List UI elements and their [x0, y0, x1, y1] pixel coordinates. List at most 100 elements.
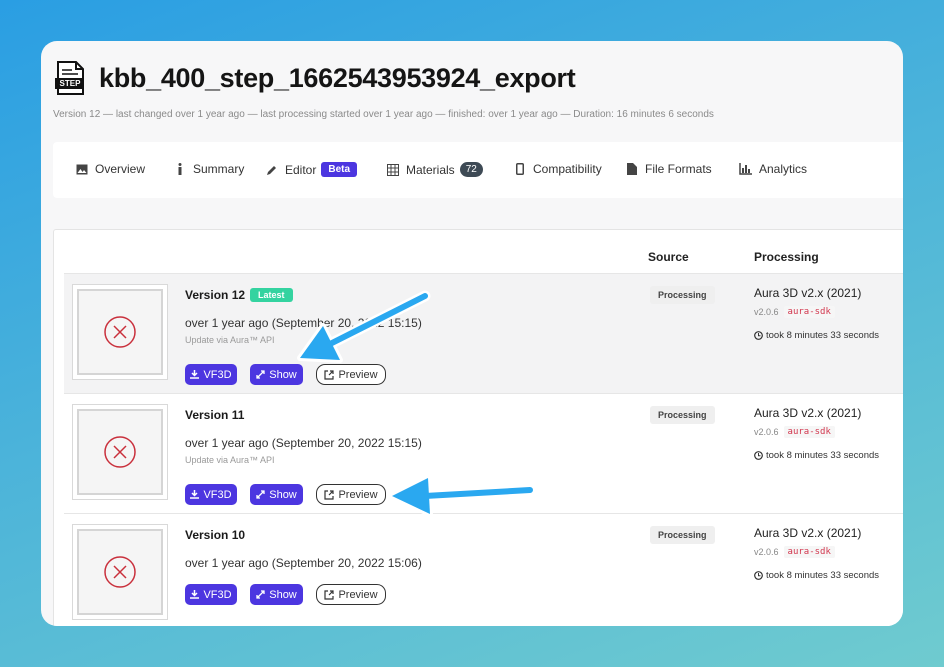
- preview-label: Preview: [338, 368, 378, 381]
- version-date: over 1 year ago (September 20, 2022 15:0…: [185, 556, 422, 570]
- tab-analytics-label: Analytics: [759, 162, 808, 176]
- sdk-tag: aura-sdk: [783, 546, 835, 558]
- column-header-source: Source: [648, 250, 689, 264]
- preview-button[interactable]: Preview: [316, 484, 386, 505]
- sdk-tag: aura-sdk: [783, 306, 835, 318]
- tab-compatibility[interactable]: Compatibility: [513, 162, 602, 176]
- version-meta: Version 12 — last changed over 1 year ag…: [53, 109, 714, 120]
- pencil-icon: [265, 163, 278, 176]
- source-status-badge: Processing: [650, 406, 715, 424]
- tab-overview[interactable]: Overview: [75, 162, 145, 176]
- version-title: Version 10: [185, 528, 246, 542]
- processor-name: Aura 3D v2.x (2021): [754, 526, 862, 540]
- version-date: over 1 year ago (September 20, 2022 15:1…: [185, 316, 422, 330]
- show-label: Show: [269, 488, 297, 501]
- external-link-icon: [324, 589, 335, 600]
- clock-icon: [754, 451, 763, 460]
- version-thumbnail[interactable]: [72, 284, 168, 380]
- version-title-text: Version 12: [185, 288, 246, 302]
- versions-table: Source Processing Version 12 Latest over…: [53, 229, 903, 626]
- preview-button[interactable]: Preview: [316, 584, 386, 605]
- tab-editor[interactable]: Editor Beta: [265, 162, 358, 177]
- show-label: Show: [269, 588, 297, 601]
- bar-chart-icon: [739, 163, 752, 176]
- tab-compatibility-label: Compatibility: [533, 162, 602, 176]
- clock-icon: [754, 331, 763, 340]
- version-date: over 1 year ago (September 20, 2022 15:1…: [185, 436, 422, 450]
- clock-icon: [754, 571, 763, 580]
- tab-analytics[interactable]: Analytics: [739, 162, 807, 176]
- expand-icon: [256, 590, 265, 599]
- preview-label: Preview: [338, 488, 378, 501]
- tab-summary[interactable]: Summary: [173, 162, 244, 176]
- processor-version: v2.0.6 aura-sdk: [754, 426, 835, 438]
- version-actions: VF3D Show Preview: [185, 484, 399, 505]
- external-link-icon: [324, 369, 335, 380]
- error-circle-icon: [104, 316, 136, 348]
- tab-file-formats[interactable]: File Formats: [625, 162, 712, 176]
- version-title: Version 11: [185, 408, 245, 422]
- latest-badge: Latest: [250, 288, 293, 302]
- version-via: Update via Aura™ API: [185, 455, 275, 465]
- download-icon: [190, 590, 200, 599]
- vf3d-label: VF3D: [203, 368, 232, 381]
- processor-version-text: v2.0.6: [754, 427, 779, 437]
- tab-editor-label: Editor: [285, 162, 317, 177]
- step-icon-label: STEP: [59, 79, 81, 88]
- processing-duration-text: took 8 minutes 33 seconds: [766, 330, 880, 341]
- grid-icon: [386, 163, 399, 176]
- external-link-icon: [324, 489, 335, 500]
- processor-name: Aura 3D v2.x (2021): [754, 406, 862, 420]
- beta-badge: Beta: [321, 162, 358, 177]
- processing-duration: took 8 minutes 33 seconds: [754, 570, 879, 581]
- show-button[interactable]: Show: [250, 364, 303, 385]
- step-file-icon: STEP: [55, 61, 85, 95]
- processing-duration: took 8 minutes 33 seconds: [754, 330, 879, 341]
- vf3d-label: VF3D: [203, 588, 232, 601]
- tab-summary-label: Summary: [193, 162, 245, 176]
- preview-button[interactable]: Preview: [316, 364, 386, 385]
- version-title: Version 12 Latest: [185, 288, 293, 302]
- processor-name: Aura 3D v2.x (2021): [754, 286, 862, 300]
- info-icon: [173, 163, 186, 176]
- table-row: Version 11 over 1 year ago (September 20…: [64, 393, 903, 513]
- version-thumbnail[interactable]: [72, 404, 168, 500]
- tab-file-formats-label: File Formats: [645, 162, 712, 176]
- download-icon: [190, 370, 200, 379]
- tab-materials[interactable]: Materials 72: [386, 162, 483, 177]
- materials-count-badge: 72: [459, 162, 483, 177]
- phone-icon: [513, 163, 526, 176]
- table-row: Version 12 Latest over 1 year ago (Septe…: [64, 273, 903, 393]
- show-label: Show: [269, 368, 297, 381]
- source-status-badge: Processing: [650, 526, 715, 544]
- page-header: STEP kbb_400_step_1662543953924_export: [55, 61, 576, 95]
- vf3d-download-button[interactable]: VF3D: [185, 484, 237, 505]
- version-actions: VF3D Show Preview: [185, 364, 399, 385]
- tab-bar: Overview Summary Editor Beta Materials 7…: [53, 142, 903, 198]
- version-actions: VF3D Show Preview: [185, 584, 399, 605]
- processing-duration-text: took 8 minutes 33 seconds: [766, 450, 880, 461]
- model-card: STEP kbb_400_step_1662543953924_export V…: [41, 41, 903, 626]
- show-button[interactable]: Show: [250, 584, 303, 605]
- processing-duration: took 8 minutes 33 seconds: [754, 450, 879, 461]
- error-circle-icon: [104, 556, 136, 588]
- show-button[interactable]: Show: [250, 484, 303, 505]
- processing-duration-text: took 8 minutes 33 seconds: [766, 570, 880, 581]
- table-row: Version 10 over 1 year ago (September 20…: [64, 513, 903, 626]
- column-header-processing: Processing: [754, 250, 819, 264]
- source-status-badge: Processing: [650, 286, 715, 304]
- image-icon: [75, 163, 88, 176]
- tab-materials-label: Materials: [406, 162, 455, 177]
- vf3d-download-button[interactable]: VF3D: [185, 584, 237, 605]
- expand-icon: [256, 370, 265, 379]
- error-circle-icon: [104, 436, 136, 468]
- processor-version-text: v2.0.6: [754, 307, 779, 317]
- vf3d-download-button[interactable]: VF3D: [185, 364, 237, 385]
- version-via: Update via Aura™ API: [185, 335, 275, 345]
- version-thumbnail[interactable]: [72, 524, 168, 620]
- preview-label: Preview: [338, 588, 378, 601]
- expand-icon: [256, 490, 265, 499]
- processor-version: v2.0.6 aura-sdk: [754, 546, 835, 558]
- file-icon: [625, 163, 638, 176]
- processor-version: v2.0.6 aura-sdk: [754, 306, 835, 318]
